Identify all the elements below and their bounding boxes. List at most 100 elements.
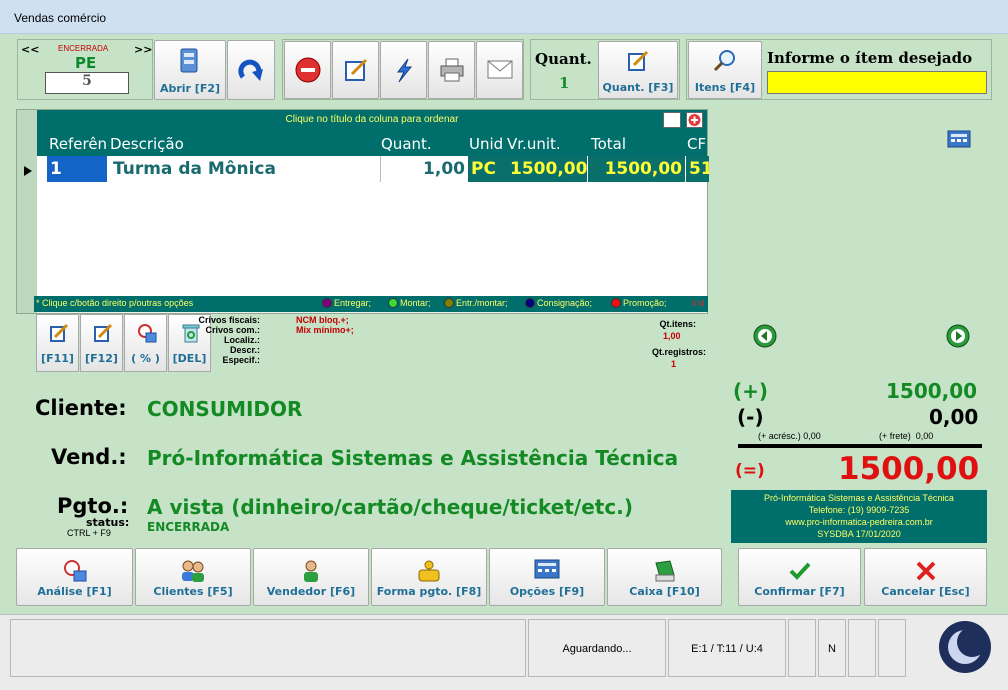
discount-percent-button[interactable]: ( % )	[124, 314, 167, 372]
envelope-icon	[487, 60, 512, 79]
quantity-button[interactable]: Quant. [F3]	[598, 41, 678, 99]
print-button[interactable]	[428, 41, 475, 99]
edit-sale-button[interactable]	[332, 41, 379, 99]
cash-register-icon	[654, 560, 675, 582]
legend-dot-icon	[525, 298, 535, 308]
items-button[interactable]: Itens [F4]	[688, 41, 762, 99]
vendedor-button[interactable]: Vendedor [F6]	[253, 548, 369, 606]
crivos-com-value: Mix mínimo+;	[296, 325, 354, 335]
column-header-total[interactable]: Total	[591, 135, 651, 153]
export-excel-icon[interactable]	[663, 112, 681, 128]
lightning-icon	[396, 58, 412, 83]
grid-header: Referên Descrição Quant. Unid Vr.unit. T…	[37, 130, 707, 156]
legend-dot-icon	[611, 298, 621, 308]
column-header-cf[interactable]: CF	[687, 135, 711, 153]
column-header-description[interactable]: Descrição	[110, 135, 310, 153]
close-icon	[916, 561, 935, 581]
edit-item-f11-button[interactable]: [F11]	[36, 314, 79, 372]
delete-sale-button[interactable]	[284, 41, 331, 99]
forma-pagamento-button[interactable]: Forma pgto. [F8]	[371, 548, 487, 606]
status-panel-state: Aguardando...	[528, 619, 666, 677]
clientes-button[interactable]: Clientes [F5]	[135, 548, 251, 606]
legend-item-promocao: Promoção;	[611, 298, 667, 308]
cancelar-button[interactable]: Cancelar [Esc]	[864, 548, 987, 606]
sales-window: Vendas comércio << >> ENCERRADA PE 5 Abr…	[0, 0, 1008, 690]
analise-button[interactable]: Análise [F1]	[16, 548, 133, 606]
items-grid[interactable]: Clique no título da coluna para ordenar …	[16, 109, 709, 314]
column-header-unit-price[interactable]: Vr.unit.	[507, 135, 587, 153]
window-title: Vendas comércio	[14, 11, 107, 25]
caixa-button[interactable]: Caixa [F10]	[607, 548, 722, 606]
status-shortcut: CTRL + F9	[67, 528, 111, 538]
cell-total[interactable]: 1500,00	[588, 156, 685, 182]
previous-arrow-icon[interactable]	[753, 324, 777, 348]
open-folder-icon	[180, 48, 198, 73]
refresh-icon	[238, 59, 263, 81]
plus-sign: (+)	[733, 379, 769, 403]
status-panel-counters: E:1 / T:11 / U:4	[668, 619, 786, 677]
items-button-label: Itens [F4]	[694, 81, 756, 94]
column-header-quantity[interactable]: Quant.	[381, 135, 451, 153]
cell-cf[interactable]: 51	[686, 156, 709, 182]
company-name: Pró-Informática Sistemas e Assistência T…	[764, 493, 954, 503]
column-header-ref[interactable]: Referên	[49, 135, 109, 153]
caixa-button-label: Caixa [F10]	[629, 585, 700, 598]
pencil-icon	[50, 323, 69, 342]
vendedor-label: Vend.:	[51, 445, 127, 469]
edit-quantity-icon	[628, 50, 649, 71]
legend-dot-icon	[444, 298, 454, 308]
qt-registros-value: 1	[671, 359, 677, 369]
edit-icon	[344, 58, 367, 81]
open-button[interactable]: Abrir [F2]	[154, 40, 226, 100]
item-search-input[interactable]	[767, 71, 987, 94]
refresh-button[interactable]	[227, 40, 275, 100]
email-button[interactable]	[476, 41, 523, 99]
qt-itens-label: Qt.itens:	[659, 319, 696, 329]
vendedor-value[interactable]: Pró-Informática Sistemas e Assistência T…	[147, 446, 678, 470]
crivos-fiscais-label: Crivos fiscais:	[198, 315, 260, 325]
record-number[interactable]: 5	[45, 72, 129, 94]
cell-unit[interactable]: PC	[468, 156, 507, 182]
localiz-label: Localiz.:	[223, 335, 260, 345]
status-panel-empty-2	[848, 619, 876, 677]
pagamento-value[interactable]: A vista (dinheiro/cartão/cheque/ticket/e…	[147, 495, 633, 519]
cell-quantity[interactable]: 1,00	[380, 156, 468, 182]
edit-item-f12-button[interactable]: [F12]	[80, 314, 123, 372]
cell-unit-price[interactable]: 1500,00	[507, 156, 587, 182]
opcoes-button-label: Opções [F9]	[509, 585, 585, 598]
printer-icon	[440, 58, 463, 82]
qt-itens-value: 1,00	[663, 331, 681, 341]
prev-record-button[interactable]: <<	[21, 43, 39, 56]
acrescimo-label: (+ acrésc.) 0,00	[758, 431, 821, 441]
salesperson-icon	[304, 560, 318, 582]
company-phone: Telefone: (19) 9909-7235	[808, 505, 910, 515]
status-panel-main	[10, 619, 526, 677]
client-area: << >> ENCERRADA PE 5 Abrir [F2] Quant. 1…	[0, 34, 1008, 690]
next-record-button[interactable]: >>	[134, 43, 152, 56]
quick-action-button[interactable]	[380, 41, 427, 99]
add-item-icon[interactable]	[686, 112, 703, 128]
frete-label: (+ frete) 0,00	[879, 431, 934, 441]
title-bar: Vendas comércio	[0, 0, 1008, 34]
next-arrow-icon[interactable]	[946, 324, 970, 348]
column-header-unit[interactable]: Unid	[469, 135, 509, 153]
crivos-fiscais-value: NCM bloq.+;	[296, 315, 349, 325]
cliente-value[interactable]: CONSUMIDOR	[147, 397, 302, 421]
opcoes-button[interactable]: Opções [F9]	[489, 548, 605, 606]
grid-sort-hint: Clique no título da coluna para ordenar	[37, 110, 707, 130]
discount-percent-label: ( % )	[131, 352, 160, 365]
status-panel-empty-3	[878, 619, 906, 677]
qt-registros-label: Qt.registros:	[651, 347, 706, 357]
cliente-label: Cliente:	[35, 396, 127, 420]
legend-item-entregar: Entregar;	[322, 298, 371, 308]
record-code: PE	[75, 54, 97, 72]
table-row[interactable]: 1 Turma da Mônica 1,00 PC 1500,00 1500,0…	[37, 156, 709, 182]
crivos-com-label: Crivos com.:	[205, 325, 260, 335]
cancelar-button-label: Cancelar [Esc]	[881, 585, 970, 598]
legend-item-consignacao: Consignação;	[525, 298, 592, 308]
calculator-icon[interactable]	[947, 130, 971, 148]
confirmar-button[interactable]: Confirmar [F7]	[738, 548, 861, 606]
cell-description[interactable]: Turma da Mônica	[110, 156, 378, 182]
note-edit-icon	[94, 323, 113, 342]
cell-ref[interactable]: 1	[47, 156, 107, 182]
